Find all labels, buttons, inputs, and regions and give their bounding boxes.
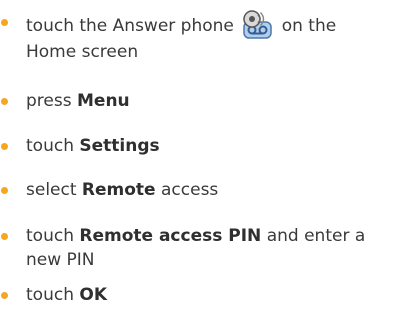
bullet bbox=[1, 98, 8, 105]
bullet bbox=[1, 143, 8, 150]
step-1-part-2: on the bbox=[281, 16, 337, 36]
step-5-part-1: touch bbox=[26, 226, 74, 246]
step-2-keyword: Menu bbox=[77, 91, 130, 111]
step-2-part-1: press bbox=[26, 91, 72, 111]
bullet bbox=[1, 187, 8, 194]
step-1-part-1: touch the Answer phone bbox=[26, 16, 234, 36]
step-3-part-1: touch bbox=[26, 136, 74, 156]
bullet bbox=[1, 233, 8, 240]
instruction-list: touch the Answer phone on the Home scree… bbox=[0, 0, 400, 315]
step-3-keyword: Settings bbox=[79, 136, 160, 156]
step-6-keyword: OK bbox=[79, 285, 107, 305]
step-5-part-4: new PIN bbox=[26, 250, 95, 270]
step-5-part-3: and enter a bbox=[266, 226, 366, 246]
step-4-text: select Remote access bbox=[26, 178, 371, 202]
step-3-text: touch Settings bbox=[26, 134, 371, 158]
step-4-part-3: access bbox=[161, 180, 219, 200]
step-4-keyword: Remote bbox=[81, 180, 156, 200]
bullet bbox=[1, 19, 8, 26]
step-5-keyword: Remote access PIN bbox=[79, 226, 262, 246]
step-6-part-1: touch bbox=[26, 285, 74, 305]
answer-phone-icon bbox=[243, 10, 273, 39]
step-6-text: touch OK bbox=[26, 283, 371, 307]
step-1-part-3: Home screen bbox=[26, 42, 139, 62]
bullet bbox=[1, 292, 8, 299]
step-5-text: touch Remote access PIN and enter a new … bbox=[26, 224, 371, 272]
step-1-text: touch the Answer phone on the Home scree… bbox=[26, 10, 371, 64]
step-2-text: press Menu bbox=[26, 89, 371, 113]
step-4-part-1: select bbox=[26, 180, 77, 200]
